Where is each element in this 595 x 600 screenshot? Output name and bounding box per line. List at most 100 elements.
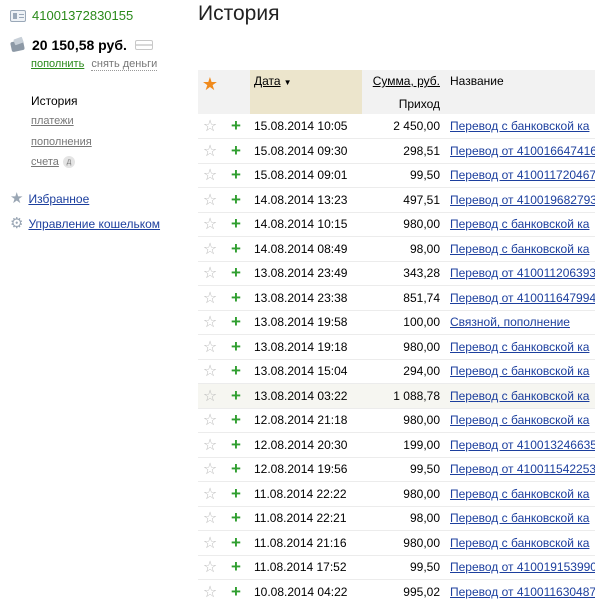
row-name-link[interactable]: Перевод от 410011542253: [450, 462, 595, 476]
account-number[interactable]: 41001372830155: [32, 8, 133, 23]
row-date: 13.08.2014 19:18: [250, 334, 362, 360]
table-row[interactable]: ☆ +15.08.2014 10:05 2 450,00 Перевод с банк…: [198, 114, 595, 139]
row-amount: 99,50: [362, 555, 444, 580]
star-outline-icon[interactable]: ☆: [198, 334, 222, 360]
amount-header[interactable]: Сумма, руб. Приход: [362, 70, 444, 114]
star-outline-icon[interactable]: ☆: [198, 432, 222, 458]
star-outline-icon[interactable]: ☆: [198, 261, 222, 286]
wallet-manage-link[interactable]: Управление кошельком: [28, 217, 160, 231]
row-amount: 1 088,78: [362, 383, 444, 409]
row-date: 14.08.2014 08:49: [250, 236, 362, 262]
row-date: 11.08.2014 21:16: [250, 530, 362, 556]
bills-badge: д: [62, 156, 75, 169]
table-row[interactable]: ☆ +12.08.2014 20:30 199,00 Перевод от 41001…: [198, 432, 595, 458]
table-row[interactable]: ☆ +13.08.2014 19:18 980,00 Перевод с банков…: [198, 334, 595, 360]
table-row[interactable]: ☆ +14.08.2014 13:23 497,51 Перевод от 41001…: [198, 187, 595, 213]
sort-down-icon: ▼: [283, 78, 292, 87]
table-row[interactable]: ☆ +12.08.2014 19:56 99,50 Перевод от 410011…: [198, 457, 595, 482]
table-row[interactable]: ☆ +11.08.2014 22:21 98,00 Перевод с банковс…: [198, 506, 595, 531]
table-row[interactable]: ☆ +11.08.2014 22:22 980,00 Перевод с банков…: [198, 481, 595, 507]
table-row[interactable]: ☆ +13.08.2014 23:38 851,74 Перевод от 41001…: [198, 285, 595, 311]
table-row[interactable]: ☆ +12.08.2014 21:18 980,00 Перевод с банков…: [198, 408, 595, 433]
row-name-link[interactable]: Перевод от 410011206393: [450, 266, 595, 280]
table-row[interactable]: ☆ +13.08.2014 23:49 343,28 Перевод от 41001…: [198, 261, 595, 286]
row-name-link[interactable]: Перевод с банковской ка: [450, 364, 589, 378]
table-body: ☆ +15.08.2014 10:05 2 450,00 Перевод с банк…: [198, 114, 595, 600]
star-outline-icon[interactable]: ☆: [198, 408, 222, 433]
row-name-link[interactable]: Перевод с банковской ка: [450, 242, 589, 256]
star-outline-icon[interactable]: ☆: [198, 114, 222, 139]
date-header[interactable]: Дата ▼: [250, 70, 362, 114]
row-name-link[interactable]: Перевод от 410016647416: [450, 144, 595, 158]
row-name-cell: Перевод от 410011630487: [444, 579, 595, 600]
table-row[interactable]: ☆ +10.08.2014 04:22 995,02 Перевод от 41001…: [198, 579, 595, 600]
row-name-link[interactable]: Перевод с банковской ка: [450, 413, 589, 427]
star-outline-icon[interactable]: ☆: [198, 555, 222, 580]
row-amount: 199,00: [362, 432, 444, 458]
table-row[interactable]: ☆ +11.08.2014 21:16 980,00 Перевод с банков…: [198, 530, 595, 556]
star-outline-icon[interactable]: ☆: [198, 310, 222, 335]
row-date: 15.08.2014 09:30: [250, 138, 362, 164]
nav-item-payments[interactable]: платежи: [31, 115, 74, 127]
star-outline-icon[interactable]: ☆: [198, 506, 222, 531]
star-outline-icon[interactable]: ☆: [198, 187, 222, 213]
row-name-cell: Перевод от 410016647416: [444, 138, 595, 164]
star-outline-icon[interactable]: ☆: [198, 236, 222, 262]
star-outline-icon[interactable]: ☆: [198, 481, 222, 507]
table-row[interactable]: ☆ +11.08.2014 17:52 99,50 Перевод от 410019…: [198, 555, 595, 580]
row-date: 12.08.2014 21:18: [250, 408, 362, 433]
table-row[interactable]: ☆ +13.08.2014 03:22 1 088,78 Перевод с банк…: [198, 383, 595, 409]
row-name-link[interactable]: Перевод от 410011630487: [450, 585, 595, 599]
table-row[interactable]: ☆ +14.08.2014 10:15 980,00 Перевод с банков…: [198, 212, 595, 237]
date-sort-link[interactable]: Дата: [254, 74, 281, 88]
star-outline-icon[interactable]: ☆: [198, 285, 222, 311]
row-name-link[interactable]: Перевод с банковской ка: [450, 511, 589, 525]
row-name-link[interactable]: Перевод от 410019682793: [450, 193, 595, 207]
fav-header[interactable]: ★: [198, 70, 222, 114]
nav-item-topups[interactable]: пополнения: [31, 136, 92, 148]
row-name-link[interactable]: Перевод с банковской ка: [450, 389, 589, 403]
withdraw-link[interactable]: снять деньги: [91, 58, 158, 71]
star-outline-icon[interactable]: ☆: [198, 457, 222, 482]
row-amount: 497,51: [362, 187, 444, 213]
plus-icon: +: [222, 579, 250, 600]
nav-item-bills[interactable]: счета: [31, 156, 59, 168]
table-row[interactable]: ☆ +13.08.2014 15:04 294,00 Перевод с банков…: [198, 359, 595, 384]
star-outline-icon[interactable]: ☆: [198, 530, 222, 556]
row-name-cell: Связной, пополнение: [444, 310, 595, 335]
star-outline-icon[interactable]: ☆: [198, 163, 222, 188]
row-name-link[interactable]: Перевод с банковской ка: [450, 536, 589, 550]
row-name-link[interactable]: Связной, пополнение: [450, 315, 570, 329]
nav-item-bills-row: счета д: [31, 156, 75, 169]
row-amount: 980,00: [362, 530, 444, 556]
table-row[interactable]: ☆ +13.08.2014 19:58 100,00 Связной, пополне…: [198, 310, 595, 335]
plus-icon: +: [222, 236, 250, 262]
star-outline-icon[interactable]: ☆: [198, 359, 222, 384]
star-outline-icon[interactable]: ☆: [198, 212, 222, 237]
row-name-link[interactable]: Перевод от 410011720467: [450, 168, 595, 182]
row-amount: 98,00: [362, 236, 444, 262]
row-name-cell: Перевод от 410019682793: [444, 187, 595, 213]
amount-sort-link[interactable]: Сумма, руб.: [373, 74, 440, 88]
row-name-cell: Перевод от 410011720467: [444, 163, 595, 188]
row-name-link[interactable]: Перевод с банковской ка: [450, 119, 589, 133]
plus-icon: +: [222, 138, 250, 164]
favorites-link[interactable]: Избранное: [28, 192, 89, 206]
topup-link[interactable]: пополнить: [31, 58, 84, 70]
star-outline-icon[interactable]: ☆: [198, 383, 222, 409]
row-name-link[interactable]: Перевод с банковской ка: [450, 340, 589, 354]
table-row[interactable]: ☆ +15.08.2014 09:30 298,51 Перевод от 41001…: [198, 138, 595, 164]
star-outline-icon[interactable]: ☆: [198, 138, 222, 164]
table-row[interactable]: ☆ +14.08.2014 08:49 98,00 Перевод с банковс…: [198, 236, 595, 262]
bank-card-icon[interactable]: [134, 40, 153, 50]
row-name-link[interactable]: Перевод от 410019153990: [450, 560, 595, 574]
star-outline-icon[interactable]: ☆: [198, 579, 222, 600]
row-name-link[interactable]: Перевод от 410013246635: [450, 438, 595, 452]
row-name-link[interactable]: Перевод от 410011647994: [450, 291, 595, 305]
row-date: 12.08.2014 19:56: [250, 457, 362, 482]
balance-row: 20 150,58 руб.: [10, 37, 153, 53]
table-row[interactable]: ☆ +15.08.2014 09:01 99,50 Перевод от 410011…: [198, 163, 595, 188]
row-date: 13.08.2014 23:49: [250, 261, 362, 286]
row-name-link[interactable]: Перевод с банковской ка: [450, 217, 589, 231]
row-name-link[interactable]: Перевод с банковской ка: [450, 487, 589, 501]
